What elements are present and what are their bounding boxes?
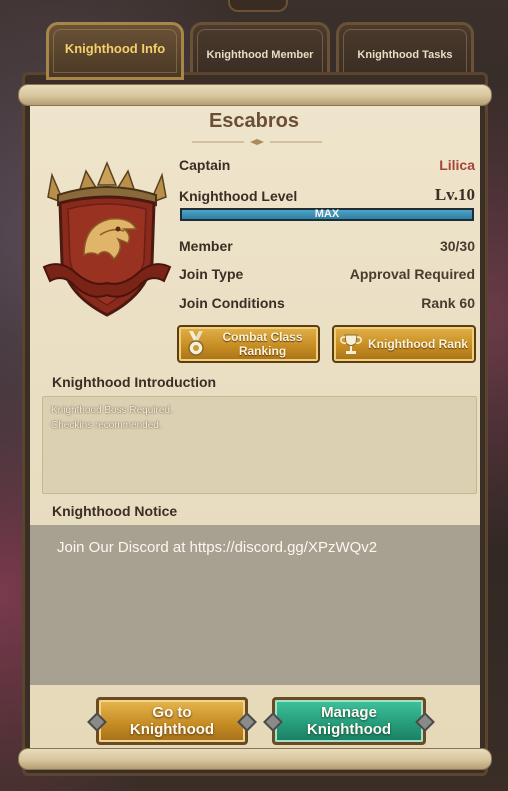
introduction-title: Knighthood Introduction <box>52 374 217 390</box>
manage-knighthood-button[interactable]: Manage Knighthood <box>263 697 435 745</box>
notice-box: Join Our Discord at https://discord.gg/X… <box>30 525 480 685</box>
captain-value: Lilica <box>439 157 475 173</box>
notice-text: Join Our Discord at https://discord.gg/X… <box>57 539 378 556</box>
join-type-value: Approval Required <box>349 266 475 282</box>
knighthood-rank-button[interactable]: Knighthood Rank <box>332 325 476 363</box>
top-ornament <box>228 0 288 12</box>
join-type-label: Join Type <box>179 266 244 282</box>
level-progress-text: MAX <box>314 208 340 220</box>
tab-label: Knighthood Member <box>206 49 314 61</box>
tab-label: Knighthood Tasks <box>357 49 453 61</box>
tab-knighthood-info[interactable]: Knighthood Info <box>46 22 184 80</box>
join-conditions-value: Rank 60 <box>421 295 475 311</box>
member-value: 30/30 <box>439 238 475 254</box>
introduction-line-1: Knighthood Boss Required. <box>51 405 173 416</box>
medal-icon <box>179 327 213 361</box>
introduction-line-2: Checkins recommended. <box>51 420 162 431</box>
eagle-crest-icon <box>42 161 172 317</box>
captain-label: Captain <box>179 157 231 173</box>
join-conditions-label: Join Conditions <box>179 295 285 311</box>
manage-knighthood-label: Manage Knighthood <box>306 704 392 738</box>
tab-label: Knighthood Info <box>64 41 166 56</box>
member-label: Member <box>179 238 233 254</box>
go-to-knighthood-button[interactable]: Go to Knighthood <box>87 697 257 745</box>
notice-title: Knighthood Notice <box>52 503 178 519</box>
level-progress-bar: MAX <box>180 208 474 221</box>
go-to-knighthood-label: Go to Knighthood <box>129 704 215 738</box>
introduction-text: Knighthood Boss Required. Checkins recom… <box>42 396 477 494</box>
combat-class-ranking-label: Combat Class Ranking <box>222 330 303 358</box>
trophy-icon <box>334 327 368 361</box>
level-label: Knighthood Level <box>179 188 298 204</box>
scroll-roller-bottom <box>18 748 492 770</box>
knighthood-rank-label: Knighthood Rank <box>368 337 468 351</box>
title-divider <box>192 139 322 145</box>
knighthood-name: Escabros <box>208 110 300 132</box>
combat-class-ranking-button[interactable]: Combat Class Ranking <box>177 325 320 363</box>
scroll-roller-top <box>18 84 492 106</box>
level-value: Lv.10 <box>434 185 475 204</box>
